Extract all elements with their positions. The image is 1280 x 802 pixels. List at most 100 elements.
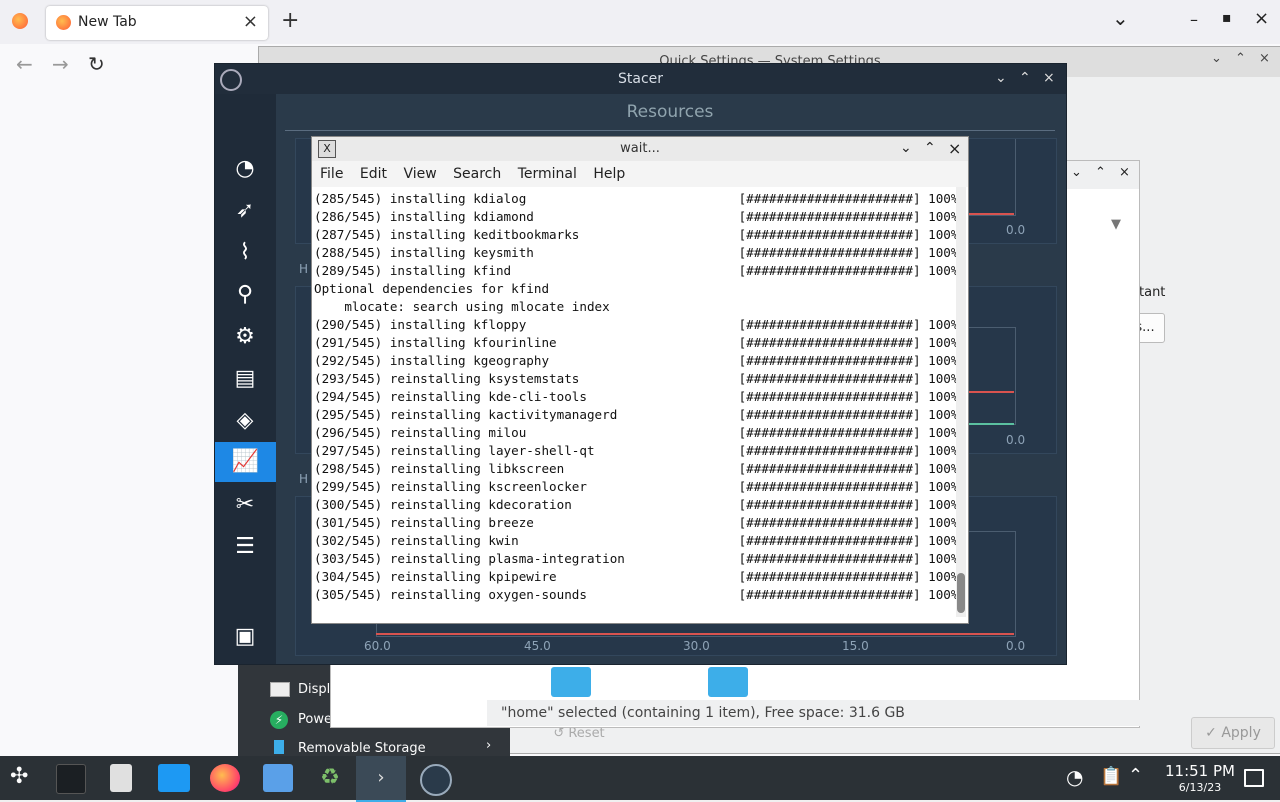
dolphin-close-icon[interactable]: × — [1119, 165, 1130, 180]
terminal-line: (301/545) reinstalling breeze [#########… — [314, 515, 959, 530]
terminal-line: mlocate: search using mlocate index — [314, 299, 610, 314]
clock-date[interactable]: 6/13/23 — [1152, 781, 1248, 794]
terminal-line: (299/545) reinstalling kscreenlocker [##… — [314, 479, 959, 494]
app-launcher-icon[interactable]: ✣ — [10, 764, 28, 789]
stacer-tray-icon[interactable]: ◔ — [1066, 765, 1083, 789]
close-window-icon[interactable]: × — [1254, 8, 1269, 29]
display-icon — [270, 682, 290, 697]
ss-close-icon[interactable]: × — [1259, 51, 1270, 66]
broom-icon[interactable]: ⌇ — [230, 238, 260, 268]
tools-icon[interactable]: ✂ — [230, 490, 260, 520]
terminal-menubar: File Edit View Search Terminal Help — [312, 161, 968, 187]
reload-icon[interactable]: ↻ — [88, 52, 105, 76]
document-task-icon[interactable] — [110, 764, 132, 792]
recycle-task-icon[interactable]: ♻ — [316, 764, 344, 792]
files-task-icon[interactable] — [158, 764, 190, 792]
dropdown-arrow-icon[interactable]: ▼ — [1111, 217, 1121, 232]
scrollbar-thumb[interactable] — [957, 573, 965, 613]
clock-time[interactable]: 11:51 PM — [1152, 762, 1248, 780]
terminal-line: (300/545) reinstalling kdecoration [####… — [314, 497, 959, 512]
terminal-line: (287/545) installing keditbookmarks [###… — [314, 227, 959, 242]
stacer-title: Stacer — [215, 64, 1066, 94]
terminal-line: (290/545) installing kfloppy [##########… — [314, 317, 959, 332]
ss-right-text: tant — [1139, 285, 1166, 300]
apply-button[interactable]: ✓ Apply — [1191, 717, 1275, 749]
chart-icon[interactable]: 📈 — [215, 442, 276, 482]
layers-icon[interactable]: ▤ — [230, 364, 260, 394]
heading-divider — [285, 130, 1055, 131]
folder-icon[interactable] — [708, 667, 748, 697]
usb-icon — [274, 740, 284, 754]
terminal-close-icon[interactable]: × — [948, 139, 961, 158]
settings-task-icon[interactable] — [56, 764, 86, 794]
terminal-line: (294/545) reinstalling kde-cli-tools [##… — [314, 389, 959, 404]
axis-tick-label: 60.0 — [364, 639, 391, 653]
dashboard-icon[interactable]: ◔ — [230, 154, 260, 184]
clipboard-icon[interactable]: 📋 — [1100, 766, 1122, 787]
menu-edit[interactable]: Edit — [360, 166, 387, 182]
terminal-line: (297/545) reinstalling layer-shell-qt [#… — [314, 443, 959, 458]
terminal-minimize-icon[interactable]: ⌄ — [900, 140, 912, 156]
show-desktop-icon[interactable] — [1244, 769, 1264, 787]
terminal-line: (298/545) reinstalling libkscreen [#####… — [314, 461, 959, 476]
dolphin-chevron-down-icon[interactable]: ⌄ — [1071, 165, 1082, 180]
rocket-icon[interactable]: ➶ — [230, 196, 260, 226]
network-line — [376, 633, 1014, 635]
menu-search[interactable]: Search — [453, 166, 501, 182]
firefox-tabbar: New Tab × + ⌄ – ▪ × — [0, 0, 1280, 45]
new-tab-button[interactable]: + — [281, 8, 299, 33]
sliders-icon[interactable]: ☰ — [230, 532, 260, 562]
list-tabs-icon[interactable]: ⌄ — [1112, 6, 1129, 30]
minimize-icon[interactable]: – — [1190, 10, 1198, 29]
reset-label: Reset — [568, 726, 605, 741]
firefox-menu-icon[interactable] — [12, 13, 28, 29]
menu-view[interactable]: View — [403, 166, 436, 182]
search-icon[interactable]: ⚲ — [230, 280, 260, 310]
sidebar-item-removable-storage[interactable]: Removable Storage › — [262, 740, 512, 756]
resources-heading: Resources — [626, 102, 714, 122]
feedback-icon[interactable]: ▣ — [230, 622, 260, 652]
terminal-line: (295/545) reinstalling kactivitymanagerd… — [314, 407, 959, 422]
panel-label: H — [299, 262, 309, 276]
menu-help[interactable]: Help — [593, 166, 625, 182]
package-icon[interactable]: ◈ — [230, 406, 260, 436]
stacer-task-icon[interactable] — [420, 764, 452, 796]
terminal-app-icon: X — [318, 140, 336, 158]
terminal-line: (291/545) installing kfourinline [######… — [314, 335, 959, 350]
apply-label: Apply — [1221, 725, 1261, 741]
axis-tick-label: 45.0 — [524, 639, 551, 653]
stacer-minimize-icon[interactable]: ⌄ — [995, 70, 1007, 86]
terminal-maximize-icon[interactable]: ⌃ — [924, 140, 936, 156]
axis-tick-label: 15.0 — [842, 639, 869, 653]
maximize-icon[interactable]: ▪ — [1222, 10, 1232, 26]
forward-icon[interactable]: → — [52, 52, 69, 76]
terminal-scrollbar[interactable] — [956, 187, 966, 617]
terminal-line: (303/545) reinstalling plasma-integratio… — [314, 551, 959, 566]
dolphin-chevron-up-icon[interactable]: ⌃ — [1095, 165, 1106, 180]
terminal-line: (289/545) installing kfind [############… — [314, 263, 959, 278]
tab-new-tab[interactable]: New Tab × — [46, 6, 268, 40]
stacer-close-icon[interactable]: × — [1043, 70, 1055, 86]
menu-terminal[interactable]: Terminal — [518, 166, 577, 182]
terminal-line: (286/545) installing kdiamond [#########… — [314, 209, 959, 224]
terminal-line: (285/545) installing kdialog [##########… — [314, 191, 959, 206]
stacer-sidebar: ◔ ➶ ⌇ ⚲ ⚙ ▤ ◈ 📈 ✂ ☰ ▣ — [215, 94, 276, 664]
chevron-up-icon[interactable]: ⌃ — [1128, 765, 1143, 786]
back-icon[interactable]: ← — [16, 52, 33, 76]
sidebar-item-label: Removable Storage — [298, 741, 426, 756]
folder-task-icon[interactable] — [263, 764, 293, 792]
terminal-output[interactable]: (285/545) installing kdialog [##########… — [314, 190, 959, 604]
menu-file[interactable]: File — [320, 166, 343, 182]
folder-icon[interactable] — [551, 667, 591, 697]
gears-icon[interactable]: ⚙ — [230, 322, 260, 352]
firefox-task-icon[interactable] — [210, 764, 240, 792]
close-tab-icon[interactable]: × — [243, 11, 258, 32]
stacer-maximize-icon[interactable]: ⌃ — [1019, 70, 1031, 86]
ss-chevron-down-icon[interactable]: ⌄ — [1211, 51, 1222, 66]
terminal-window: wait... X ⌄ ⌃ × File Edit View Search Te… — [311, 136, 969, 624]
cpu-axis-value: 0.0 — [1006, 223, 1026, 237]
ss-chevron-up-icon[interactable]: ⌃ — [1235, 51, 1246, 66]
terminal-line: (293/545) reinstalling ksystemstats [###… — [314, 371, 959, 386]
terminal-task-icon[interactable]: › — [356, 756, 406, 802]
axis-tick-label: 30.0 — [683, 639, 710, 653]
